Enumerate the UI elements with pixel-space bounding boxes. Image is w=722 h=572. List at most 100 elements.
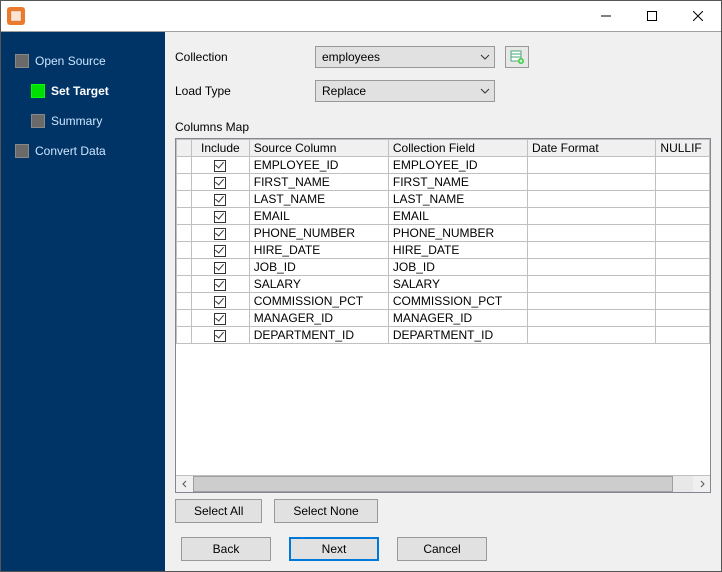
nullif-cell[interactable]	[656, 276, 710, 293]
nullif-cell[interactable]	[656, 225, 710, 242]
source-column-cell[interactable]: DEPARTMENT_ID	[249, 327, 388, 344]
table-row[interactable]: EMAILEMAIL	[177, 208, 710, 225]
header-include[interactable]: Include	[191, 140, 249, 157]
date-format-cell[interactable]	[528, 276, 656, 293]
table-row[interactable]: LAST_NAMELAST_NAME	[177, 191, 710, 208]
source-column-cell[interactable]: FIRST_NAME	[249, 174, 388, 191]
source-column-cell[interactable]: JOB_ID	[249, 259, 388, 276]
include-cell[interactable]	[191, 225, 249, 242]
include-cell[interactable]	[191, 327, 249, 344]
row-handle[interactable]	[177, 327, 192, 344]
source-column-cell[interactable]: COMMISSION_PCT	[249, 293, 388, 310]
cancel-button[interactable]: Cancel	[397, 537, 487, 561]
load-type-select[interactable]: Replace	[315, 80, 495, 102]
include-checkbox[interactable]	[214, 177, 226, 189]
date-format-cell[interactable]	[528, 259, 656, 276]
date-format-cell[interactable]	[528, 208, 656, 225]
row-handle[interactable]	[177, 225, 192, 242]
source-column-cell[interactable]: SALARY	[249, 276, 388, 293]
table-row[interactable]: FIRST_NAMEFIRST_NAME	[177, 174, 710, 191]
include-cell[interactable]	[191, 174, 249, 191]
table-row[interactable]: EMPLOYEE_IDEMPLOYEE_ID	[177, 157, 710, 174]
header-source-column[interactable]: Source Column	[249, 140, 388, 157]
include-cell[interactable]	[191, 276, 249, 293]
date-format-cell[interactable]	[528, 191, 656, 208]
include-checkbox[interactable]	[214, 160, 226, 172]
include-cell[interactable]	[191, 208, 249, 225]
collection-field-cell[interactable]: DEPARTMENT_ID	[388, 327, 527, 344]
scroll-right-arrow[interactable]	[693, 476, 710, 493]
date-format-cell[interactable]	[528, 310, 656, 327]
scrollbar-thumb[interactable]	[193, 476, 673, 492]
table-row[interactable]: JOB_IDJOB_ID	[177, 259, 710, 276]
sidebar-item-summary[interactable]: Summary	[1, 106, 165, 136]
collection-field-cell[interactable]: EMAIL	[388, 208, 527, 225]
select-all-button[interactable]: Select All	[175, 499, 262, 523]
row-handle[interactable]	[177, 293, 192, 310]
collection-field-cell[interactable]: FIRST_NAME	[388, 174, 527, 191]
sidebar-item-convert-data[interactable]: Convert Data	[1, 136, 165, 166]
row-handle[interactable]	[177, 242, 192, 259]
header-collection-field[interactable]: Collection Field	[388, 140, 527, 157]
date-format-cell[interactable]	[528, 174, 656, 191]
source-column-cell[interactable]: MANAGER_ID	[249, 310, 388, 327]
include-checkbox[interactable]	[214, 211, 226, 223]
include-checkbox[interactable]	[214, 262, 226, 274]
sidebar-item-open-source[interactable]: Open Source	[1, 46, 165, 76]
include-checkbox[interactable]	[214, 313, 226, 325]
date-format-cell[interactable]	[528, 293, 656, 310]
include-checkbox[interactable]	[214, 296, 226, 308]
row-handle[interactable]	[177, 310, 192, 327]
select-none-button[interactable]: Select None	[274, 499, 377, 523]
table-row[interactable]: MANAGER_IDMANAGER_ID	[177, 310, 710, 327]
row-handle[interactable]	[177, 259, 192, 276]
table-row[interactable]: HIRE_DATEHIRE_DATE	[177, 242, 710, 259]
date-format-cell[interactable]	[528, 242, 656, 259]
collection-field-cell[interactable]: COMMISSION_PCT	[388, 293, 527, 310]
include-checkbox[interactable]	[214, 228, 226, 240]
include-cell[interactable]	[191, 242, 249, 259]
row-handle[interactable]	[177, 174, 192, 191]
row-handle[interactable]	[177, 208, 192, 225]
table-row[interactable]: SALARYSALARY	[177, 276, 710, 293]
nullif-cell[interactable]	[656, 157, 710, 174]
back-button[interactable]: Back	[181, 537, 271, 561]
source-column-cell[interactable]: LAST_NAME	[249, 191, 388, 208]
include-cell[interactable]	[191, 157, 249, 174]
source-column-cell[interactable]: HIRE_DATE	[249, 242, 388, 259]
date-format-cell[interactable]	[528, 157, 656, 174]
horizontal-scrollbar[interactable]	[176, 475, 710, 492]
collection-field-cell[interactable]: SALARY	[388, 276, 527, 293]
close-button[interactable]	[675, 1, 721, 31]
include-checkbox[interactable]	[214, 245, 226, 257]
collection-field-cell[interactable]: LAST_NAME	[388, 191, 527, 208]
nullif-cell[interactable]	[656, 174, 710, 191]
nullif-cell[interactable]	[656, 293, 710, 310]
nullif-cell[interactable]	[656, 208, 710, 225]
date-format-cell[interactable]	[528, 327, 656, 344]
header-nullif[interactable]: NULLIF	[656, 140, 710, 157]
row-handle[interactable]	[177, 276, 192, 293]
include-cell[interactable]	[191, 293, 249, 310]
nullif-cell[interactable]	[656, 327, 710, 344]
collection-field-cell[interactable]: JOB_ID	[388, 259, 527, 276]
include-checkbox[interactable]	[214, 330, 226, 342]
maximize-button[interactable]	[629, 1, 675, 31]
source-column-cell[interactable]: EMPLOYEE_ID	[249, 157, 388, 174]
next-button[interactable]: Next	[289, 537, 379, 561]
table-row[interactable]: PHONE_NUMBERPHONE_NUMBER	[177, 225, 710, 242]
source-column-cell[interactable]: EMAIL	[249, 208, 388, 225]
nullif-cell[interactable]	[656, 242, 710, 259]
include-cell[interactable]	[191, 259, 249, 276]
sidebar-item-set-target[interactable]: Set Target	[1, 76, 165, 106]
include-cell[interactable]	[191, 191, 249, 208]
scroll-left-arrow[interactable]	[176, 476, 193, 493]
nullif-cell[interactable]	[656, 310, 710, 327]
row-handle[interactable]	[177, 191, 192, 208]
source-column-cell[interactable]: PHONE_NUMBER	[249, 225, 388, 242]
include-checkbox[interactable]	[214, 279, 226, 291]
collection-field-cell[interactable]: PHONE_NUMBER	[388, 225, 527, 242]
nullif-cell[interactable]	[656, 191, 710, 208]
include-checkbox[interactable]	[214, 194, 226, 206]
table-row[interactable]: DEPARTMENT_IDDEPARTMENT_ID	[177, 327, 710, 344]
